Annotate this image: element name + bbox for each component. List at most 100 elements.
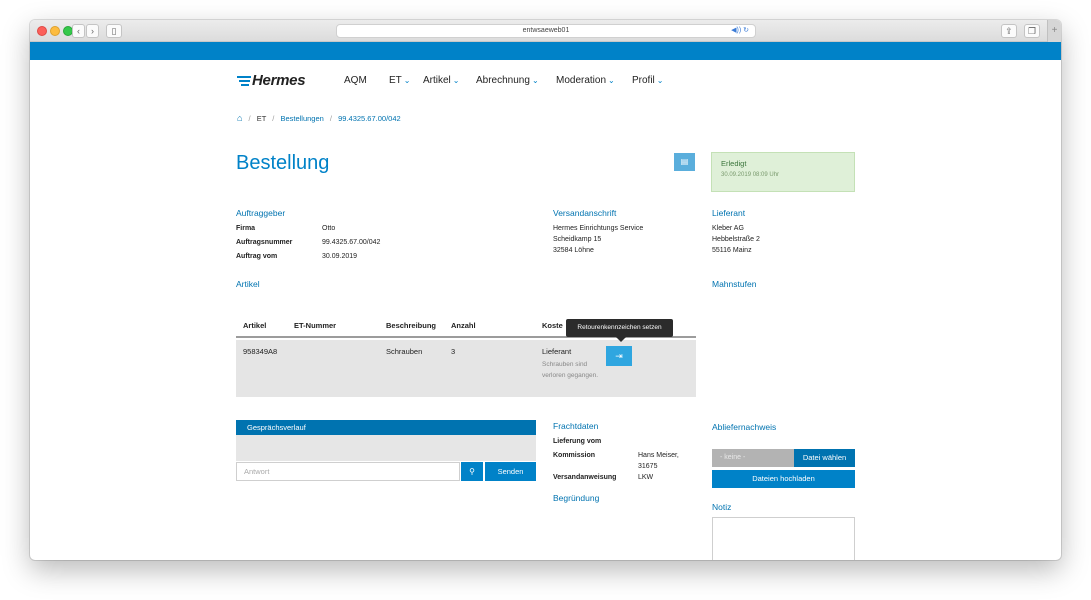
choose-file-button[interactable]: Datei wählen (794, 449, 855, 467)
chevron-left-icon: ‹ (77, 26, 80, 36)
cell-kosten: Lieferant (542, 347, 572, 356)
frachtdaten-heading: Frachtdaten (553, 421, 599, 431)
cell-artikel: 958349A8 (243, 347, 278, 356)
status-box: Erledigt 30.09.2019 08:09 Uhr (711, 152, 855, 192)
notiz-textarea[interactable] (712, 517, 855, 560)
kommission-value-2: 31675 (638, 463, 658, 470)
nav-item-moderation[interactable]: Moderation ⌄ (556, 75, 615, 86)
nav-item-abrechnung[interactable]: Abrechnung ⌄ (476, 75, 539, 86)
pdf-button[interactable]: ▤ (674, 153, 695, 171)
versand-line-1: Hermes Einrichtungs Service (553, 225, 644, 232)
auftragsnummer-value: 99.4325.67.00/042 (322, 239, 381, 246)
begruendung-heading: Begründung (553, 493, 600, 503)
page-content: Hermes AQM ET ⌄ Artikel ⌄ Abrechnung ⌄ Mode… (30, 60, 1061, 560)
nav-item-aqm[interactable]: AQM (344, 75, 367, 86)
hermes-logo[interactable]: Hermes (237, 72, 306, 89)
file-name-display: - keine - (712, 449, 794, 467)
attach-button[interactable]: ⚲ (461, 462, 483, 481)
tooltip-arrow (616, 337, 626, 342)
versandanweisung-label: Versandanweisung (553, 474, 617, 481)
sidebar-icon: ▯ (111, 26, 117, 36)
column-artikel: Artikel (243, 321, 267, 330)
breadcrumb-separator: / (329, 114, 333, 123)
chevron-down-icon: ⌄ (403, 76, 411, 85)
forward-button[interactable]: › (86, 24, 99, 38)
document-icon: ▤ (680, 157, 689, 166)
abliefernachweis-heading: Abliefernachweis (712, 422, 777, 432)
plus-icon: + (1051, 25, 1058, 36)
chevron-down-icon: ⌄ (656, 76, 664, 85)
versand-line-2: Scheidkamp 15 (553, 236, 602, 243)
auftragsnummer-label: Auftragsnummer (236, 239, 293, 246)
breadcrumb-item-order[interactable]: 99.4325.67.00/042 (338, 114, 401, 123)
auftrag-vom-value: 30.09.2019 (322, 253, 358, 260)
breadcrumb-separator: / (272, 114, 275, 123)
lieferant-line-3: 55116 Mainz (712, 247, 752, 254)
auftraggeber-heading: Auftraggeber (236, 208, 286, 218)
versandanschrift-heading: Versandanschrift (553, 208, 617, 218)
chevron-down-icon: ⌄ (531, 76, 539, 85)
nav-item-et[interactable]: ET ⌄ (389, 75, 410, 86)
browser-titlebar: ‹ › ▯ entwsaeweb01 ◀)) ↻ ⇪ ❐ + (30, 20, 1061, 42)
auftrag-vom-label: Auftrag vom (236, 253, 278, 260)
home-icon[interactable]: ⌂ (237, 113, 242, 123)
column-beschreibung: Beschreibung (386, 321, 437, 330)
upload-files-button[interactable]: Dateien hochladen (712, 470, 855, 488)
tabs-overview-button[interactable]: ❐ (1024, 24, 1040, 38)
chevron-down-icon: ⌄ (608, 76, 615, 85)
retourenkennzeichen-button[interactable]: ⇥ (606, 346, 632, 366)
cell-note: Schrauben sind verloren gegangen. (542, 361, 599, 379)
cell-anzahl: 3 (451, 347, 456, 356)
lieferant-line-1: Kleber AG (712, 225, 744, 232)
nav-item-artikel[interactable]: Artikel ⌄ (423, 75, 460, 86)
breadcrumb: ⌂ / ET / Bestellungen / 99.4325.67.00/04… (237, 113, 401, 123)
column-et-nummer: ET-Nummer (294, 321, 337, 330)
kommission-value: Hans Meiser, (638, 452, 679, 459)
lieferant-line-2: Hebbelstraße 2 (712, 236, 760, 243)
lieferant-heading: Lieferant (712, 208, 746, 218)
share-icon: ⇪ (1005, 26, 1013, 36)
status-label: Erledigt (721, 159, 747, 168)
column-anzahl: Anzahl (451, 321, 476, 330)
chevron-down-icon: ⌄ (452, 76, 460, 85)
mahnstufen-heading: Mahnstufen (712, 279, 757, 289)
breadcrumb-separator: / (248, 114, 251, 123)
lieferung-vom-label: Lieferung vom (553, 438, 602, 445)
kommission-label: Kommission (553, 452, 596, 459)
audio-reload-icon[interactable]: ◀)) ↻ (731, 25, 749, 37)
gespraechsverlauf-heading: Gesprächsverlauf (236, 420, 536, 435)
paperclip-icon: ⚲ (469, 467, 475, 476)
versandanweisung-value: LKW (638, 474, 654, 481)
status-date: 30.09.2019 08:09 Uhr (721, 172, 780, 178)
table-row: 958349A8 Schrauben 3 Lieferant Schrauben… (236, 340, 696, 397)
gespraechsverlauf-body (236, 435, 536, 461)
tabs-icon: ❐ (1027, 26, 1037, 36)
firma-label: Firma (236, 225, 256, 232)
breadcrumb-item-bestellungen[interactable]: Bestellungen (280, 114, 323, 123)
close-window-button[interactable] (37, 26, 47, 36)
antwort-input[interactable]: Antwort (236, 462, 460, 481)
tooltip: Retourenkennzeichen setzen (566, 319, 673, 337)
top-brand-bar (30, 42, 1061, 60)
address-bar[interactable]: entwsaeweb01 ◀)) ↻ (336, 24, 756, 38)
breadcrumb-item-et: ET (256, 114, 267, 123)
notiz-heading: Notiz (712, 502, 732, 512)
sidebar-button[interactable]: ▯ (106, 24, 122, 38)
firma-value: Otto (322, 225, 336, 232)
back-button[interactable]: ‹ (72, 24, 85, 38)
artikel-heading: Artikel (236, 279, 260, 289)
new-tab-button[interactable]: + (1047, 20, 1061, 42)
nav-item-profil[interactable]: Profil ⌄ (632, 75, 664, 86)
cell-beschreibung: Schrauben (386, 347, 423, 356)
share-button[interactable]: ⇪ (1001, 24, 1017, 38)
browser-window: ‹ › ▯ entwsaeweb01 ◀)) ↻ ⇪ ❐ + Hermes AQ… (30, 20, 1061, 560)
column-kosten: Koste (542, 321, 563, 330)
return-icon: ⇥ (615, 351, 623, 361)
hermes-logo-icon (237, 76, 251, 86)
page-title: Bestellung (236, 152, 330, 174)
send-button[interactable]: Senden (485, 462, 536, 481)
versand-line-3: 32584 Löhne (553, 247, 594, 254)
url-text: entwsaeweb01 (522, 27, 570, 34)
chevron-right-icon: › (91, 26, 94, 36)
minimize-window-button[interactable] (50, 26, 60, 36)
